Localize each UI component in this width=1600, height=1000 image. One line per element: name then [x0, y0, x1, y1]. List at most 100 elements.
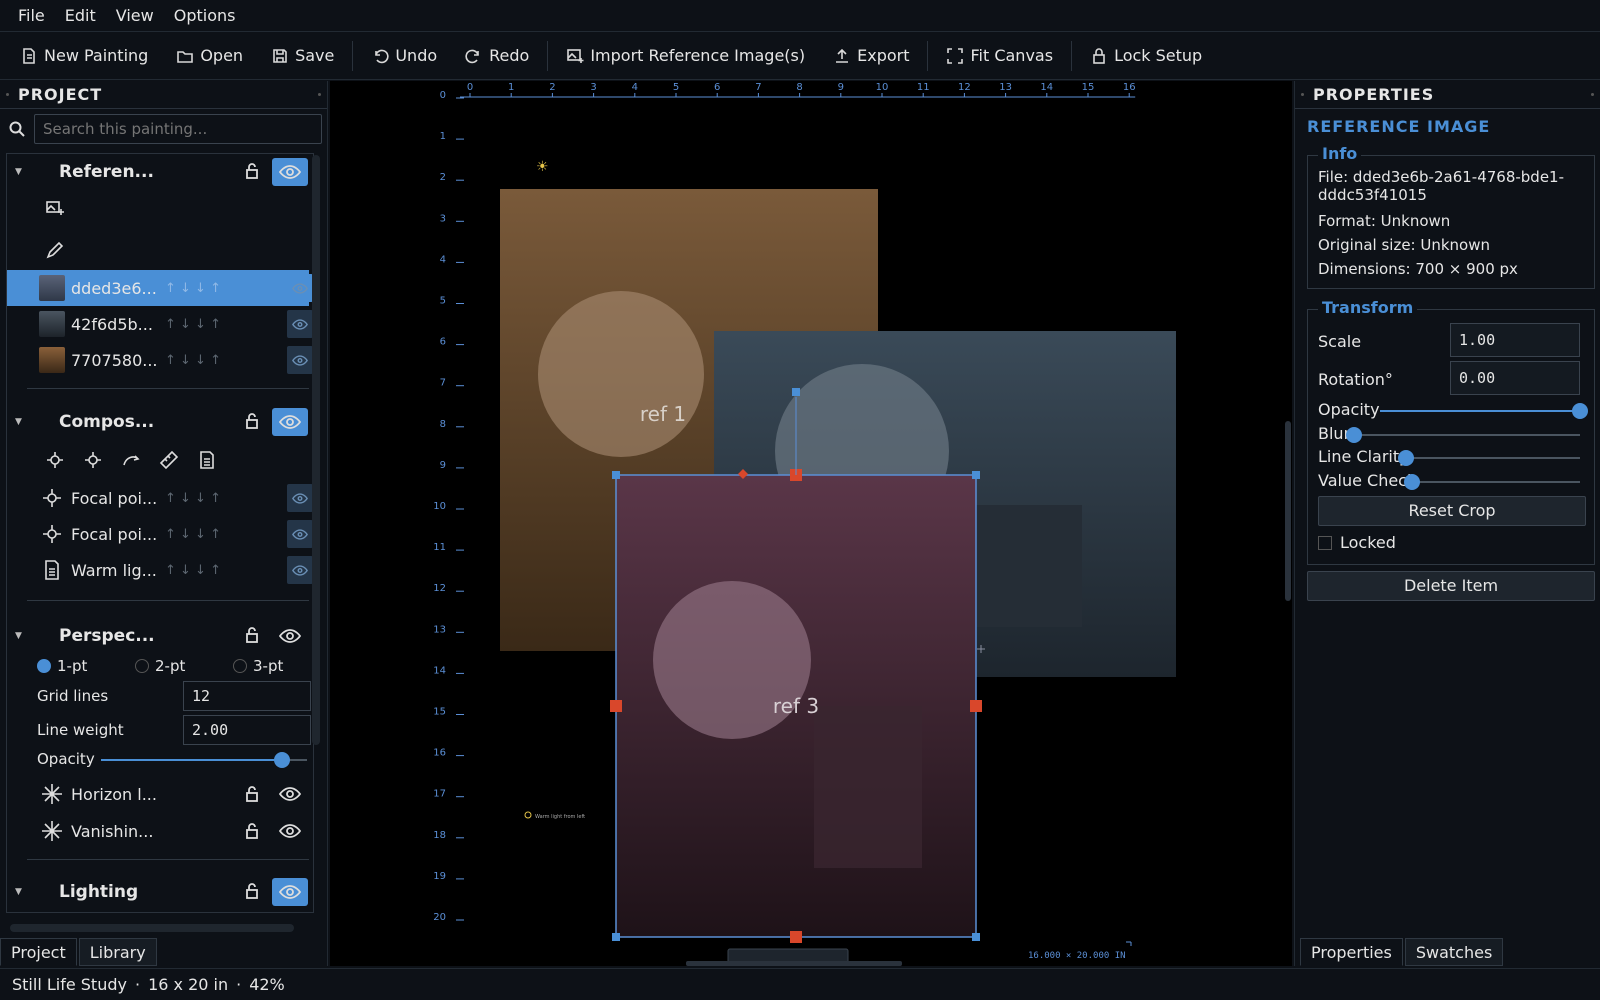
add-image-icon[interactable]: [45, 198, 65, 218]
unlock-icon[interactable]: [243, 822, 261, 844]
menu-view[interactable]: View: [106, 6, 164, 25]
visibility-eye-icon[interactable]: [272, 408, 308, 436]
crop-handle-left[interactable]: [610, 700, 622, 712]
fit-canvas-button[interactable]: Fit Canvas: [932, 38, 1067, 74]
unlock-icon[interactable]: [243, 162, 261, 180]
crop-handle-bottom[interactable]: [790, 931, 802, 943]
ref-item-1[interactable]: dded3e6... ↑ ↓ ↓ ↑: [7, 270, 313, 306]
perspective-opacity-slider[interactable]: [101, 752, 307, 768]
selection-corner-handle[interactable]: [972, 933, 980, 941]
reset-crop-button[interactable]: Reset Crop: [1318, 496, 1586, 526]
open-button[interactable]: Open: [162, 38, 257, 74]
rotation-handle[interactable]: [792, 388, 800, 396]
unlock-icon[interactable]: [243, 412, 261, 430]
reorder-arrows[interactable]: ↑ ↓ ↓ ↑: [165, 317, 221, 332]
visibility-eye-icon[interactable]: [272, 878, 308, 906]
locked-checkbox[interactable]: [1318, 535, 1332, 550]
visibility-eye-icon[interactable]: [278, 787, 302, 805]
pencil-icon[interactable]: [45, 240, 65, 260]
redo-button[interactable]: Redo: [451, 38, 543, 74]
tab-properties[interactable]: Properties: [1300, 938, 1403, 966]
menu-options[interactable]: Options: [164, 6, 246, 25]
note-marker-icon[interactable]: [524, 811, 532, 819]
scale-input[interactable]: 1.00: [1450, 323, 1580, 357]
comp-item-3[interactable]: Warm lig... ↑ ↓ ↓ ↑: [7, 552, 313, 588]
line-weight-input[interactable]: 2.00: [183, 715, 311, 745]
locked-checkbox-row[interactable]: Locked: [1318, 533, 1396, 552]
lock-setup-button[interactable]: Lock Setup: [1076, 38, 1216, 74]
tab-project[interactable]: Project: [0, 938, 77, 966]
reference-image-ref3[interactable]: ref 3: [616, 475, 976, 937]
radio-dot[interactable]: [37, 659, 51, 673]
slider-handle[interactable]: [1398, 450, 1414, 466]
slider-handle[interactable]: [1572, 403, 1588, 419]
ref-item-3[interactable]: 7707580... ↑ ↓ ↓ ↑: [7, 342, 313, 378]
visibility-eye-icon[interactable]: [287, 556, 313, 584]
rotation-input[interactable]: 0.00: [1450, 361, 1580, 395]
selection-corner-handle[interactable]: [612, 933, 620, 941]
new-painting-button[interactable]: New Painting: [6, 38, 162, 74]
ref-item-2[interactable]: 42f6d5b... ↑ ↓ ↓ ↑: [7, 306, 313, 342]
menu-file[interactable]: File: [8, 6, 55, 25]
visibility-eye-icon[interactable]: [287, 274, 313, 302]
tab-library[interactable]: Library: [78, 938, 157, 966]
undo-button[interactable]: Undo: [357, 38, 451, 74]
unlock-icon[interactable]: [243, 626, 261, 644]
reorder-arrows[interactable]: ↑ ↓ ↓ ↑: [165, 353, 221, 368]
comp-item-2[interactable]: Focal poi... ↑ ↓ ↓ ↑: [7, 516, 313, 552]
slider-handle[interactable]: [274, 752, 291, 768]
canvas-vertical-scrollbar[interactable]: [1285, 421, 1291, 601]
unlock-icon[interactable]: [243, 785, 261, 807]
perspective-item-horizon[interactable]: Horizon l...: [7, 776, 313, 812]
group-perspective[interactable]: ▼ Perspec...: [7, 618, 313, 654]
radio-2pt[interactable]: 2-pt: [135, 657, 185, 675]
delete-item-button[interactable]: Delete Item: [1307, 571, 1595, 601]
search-input[interactable]: [34, 114, 322, 144]
group-lighting[interactable]: ▼ Lighting: [7, 874, 313, 910]
line-clarity-slider[interactable]: [1398, 450, 1580, 466]
reorder-arrows[interactable]: ↑ ↓ ↓ ↑: [165, 527, 221, 542]
selection-corner-handle[interactable]: [972, 471, 980, 479]
radio-dot[interactable]: [135, 659, 149, 673]
expand-arrow-icon[interactable]: ▼: [15, 417, 22, 427]
ruler-icon[interactable]: [159, 450, 179, 470]
export-button[interactable]: Export: [819, 38, 923, 74]
reorder-arrows[interactable]: ↑ ↓ ↓ ↑: [165, 563, 221, 578]
visibility-eye-icon[interactable]: [287, 346, 313, 374]
comp-item-1[interactable]: Focal poi... ↑ ↓ ↓ ↑: [7, 480, 313, 516]
crop-handle-right[interactable]: [970, 700, 982, 712]
tree-horizontal-scrollbar[interactable]: [10, 924, 294, 932]
visibility-eye-icon[interactable]: [278, 824, 302, 842]
opacity-slider[interactable]: [1380, 403, 1588, 419]
focal-point-add-icon[interactable]: [83, 450, 103, 470]
blur-slider[interactable]: [1346, 427, 1580, 443]
slider-handle[interactable]: [1346, 427, 1362, 443]
radio-1pt[interactable]: 1-pt: [37, 657, 87, 675]
visibility-eye-icon[interactable]: [287, 520, 313, 548]
visibility-eye-icon[interactable]: [272, 158, 308, 186]
value-check-slider[interactable]: [1404, 474, 1580, 490]
visibility-eye-icon[interactable]: [272, 622, 308, 650]
note-icon[interactable]: [197, 450, 217, 470]
visibility-eye-icon[interactable]: [287, 484, 313, 512]
unlock-icon[interactable]: [243, 882, 261, 900]
grid-lines-input[interactable]: 12: [183, 681, 311, 711]
reorder-arrows[interactable]: ↑ ↓ ↓ ↑: [165, 281, 221, 296]
perspective-item-vanishing[interactable]: Vanishin...: [7, 813, 313, 849]
selection-corner-handle[interactable]: [612, 471, 620, 479]
expand-arrow-icon[interactable]: ▼: [15, 631, 22, 641]
focal-point-add-icon[interactable]: [45, 450, 65, 470]
menu-edit[interactable]: Edit: [55, 6, 106, 25]
group-references[interactable]: ▼ Referen...: [7, 154, 313, 190]
canvas-area[interactable]: 0 1 2 3 4 5 6 7 8 9 10 11 12 13 14 15 16 0 1 2 3 4 5 6 7 8 9 10 11 1…: [330, 81, 1292, 966]
radio-dot[interactable]: [233, 659, 247, 673]
slider-handle[interactable]: [1404, 474, 1420, 490]
save-button[interactable]: Save: [257, 38, 348, 74]
canvas-horizontal-scrollbar[interactable]: [686, 961, 902, 966]
import-reference-button[interactable]: Import Reference Image(s): [552, 38, 819, 74]
radio-3pt[interactable]: 3-pt: [233, 657, 283, 675]
group-composition[interactable]: ▼ Compos...: [7, 404, 313, 440]
canvas-svg[interactable]: 0 1 2 3 4 5 6 7 8 9 10 11 12 13 14 15 16 012345678910111…: [330, 81, 1292, 966]
expand-arrow-icon[interactable]: ▼: [15, 887, 22, 897]
tab-swatches[interactable]: Swatches: [1404, 938, 1504, 966]
